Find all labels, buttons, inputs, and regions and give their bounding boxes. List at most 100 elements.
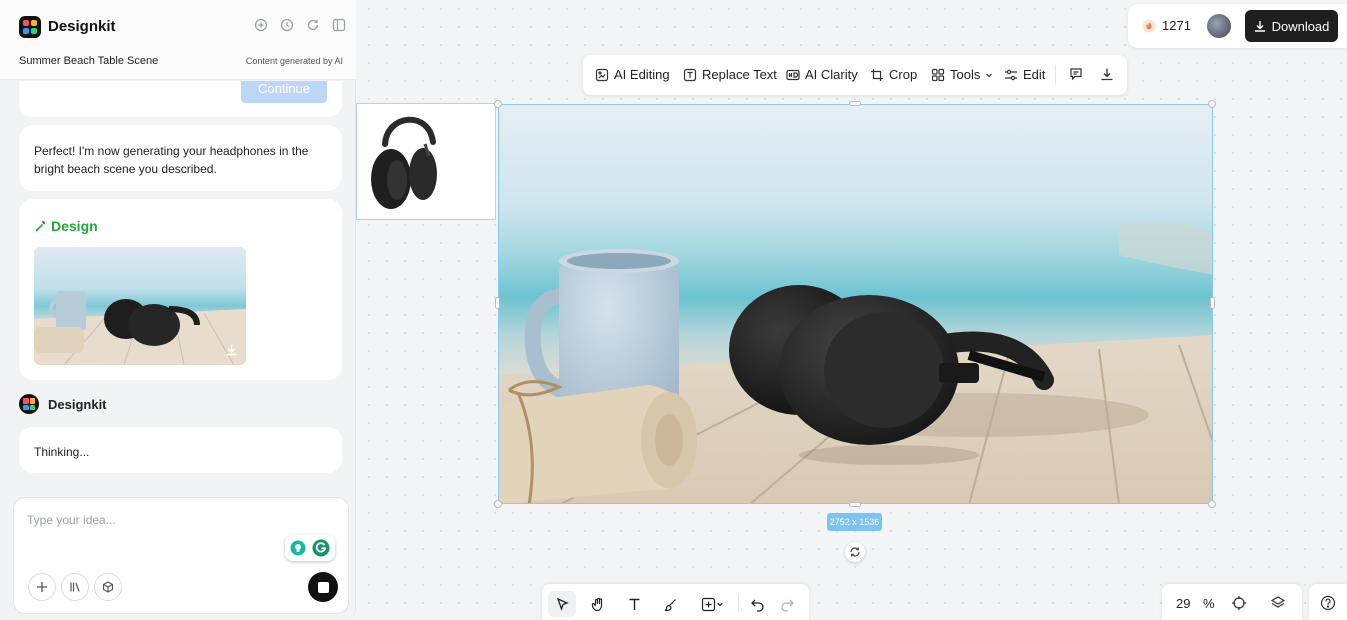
tools-dropdown[interactable]: Tools (931, 67, 993, 82)
panel-toggle-icon[interactable] (332, 18, 346, 32)
undo-button[interactable] (743, 591, 771, 617)
toolbar-download-button[interactable] (1100, 67, 1114, 81)
ai-clarity-icon (786, 69, 800, 80)
hand-icon (591, 597, 602, 611)
ai-editing-icon (595, 68, 609, 81)
header-icons (254, 18, 346, 32)
stop-icon (317, 581, 329, 593)
replace-text-label: Replace Text (702, 67, 777, 82)
sidebar-header: Designkit Summer Beach Table Scene Conte… (0, 0, 356, 80)
ai-editing-button[interactable]: AI Editing (595, 67, 670, 82)
help-icon (1320, 595, 1336, 611)
replace-text-button[interactable]: Replace Text (683, 67, 777, 82)
tools-label: Tools (950, 67, 981, 82)
crop-button[interactable]: Crop (870, 67, 917, 82)
rotate-icon (850, 547, 860, 557)
design-card: Design (19, 199, 342, 380)
history-icon[interactable] (280, 18, 294, 32)
download-icon (1254, 21, 1265, 32)
resize-handle-bottom-left[interactable] (494, 500, 502, 508)
undo-icon (750, 599, 764, 612)
edit-label: Edit (1023, 67, 1046, 82)
comment-button[interactable] (1069, 67, 1083, 81)
brush-icon (664, 598, 676, 611)
redo-button[interactable] (773, 591, 801, 617)
design-thumbnail[interactable] (34, 247, 246, 365)
sliders-icon (1005, 69, 1017, 80)
grammarly-icon[interactable] (312, 539, 330, 557)
resize-handle-bottom[interactable] (849, 502, 861, 507)
add-chat-icon[interactable] (254, 18, 268, 32)
download-icon[interactable] (225, 343, 238, 356)
resize-handle-top-left[interactable] (494, 100, 502, 108)
ai-editing-label: AI Editing (614, 67, 670, 82)
generated-image-canvas[interactable] (498, 104, 1213, 504)
select-tool-button[interactable] (548, 591, 576, 617)
plus-icon (37, 582, 47, 592)
resize-handle-bottom-right[interactable] (1208, 500, 1216, 508)
resize-handle-top-right[interactable] (1208, 100, 1216, 108)
select-icon (556, 597, 569, 611)
chevron-down-icon (716, 602, 723, 607)
project-title: Summer Beach Table Scene (19, 55, 159, 67)
flame-credit-icon (1142, 19, 1156, 32)
resize-handle-left[interactable] (495, 297, 500, 309)
image-dimensions-badge: 2752 x 1536 (827, 513, 882, 531)
replace-text-icon (683, 68, 697, 81)
brush-tool-button[interactable] (656, 591, 684, 617)
app-name: Designkit (48, 18, 116, 35)
zoom-value[interactable]: 29 (1176, 596, 1190, 611)
crop-icon (871, 68, 883, 81)
library-icon (70, 582, 80, 592)
add-shape-icon (701, 597, 715, 611)
ai-clarity-button[interactable]: AI Clarity (786, 67, 858, 82)
download-button[interactable]: Download (1245, 10, 1338, 42)
design-label-text: Design (51, 218, 98, 234)
download-icon (1101, 68, 1113, 81)
design-label: Design (34, 218, 98, 234)
comment-icon (1070, 68, 1082, 81)
bot-name: Designkit (48, 396, 107, 412)
box-icon (102, 581, 114, 593)
thinking-card: Thinking... (19, 427, 342, 473)
layers-icon[interactable] (1270, 595, 1286, 611)
download-label: Download (1271, 18, 1330, 34)
add-shape-dropdown[interactable] (692, 591, 732, 617)
credits-display[interactable]: 1271 (1142, 18, 1191, 33)
designkit-logo-icon (19, 16, 41, 38)
redo-icon (780, 599, 794, 612)
stop-button[interactable] (308, 572, 338, 602)
ai-clarity-label: AI Clarity (805, 67, 858, 82)
library-button[interactable] (61, 573, 89, 601)
magic-wand-icon (35, 220, 46, 232)
rotate-button[interactable] (845, 542, 865, 562)
resize-handle-top[interactable] (849, 101, 861, 106)
box-button[interactable] (94, 573, 122, 601)
user-avatar[interactable] (1207, 14, 1231, 38)
edit-button[interactable]: Edit (1004, 67, 1045, 82)
zoom-unit: % (1203, 596, 1215, 611)
refresh-icon[interactable] (306, 18, 320, 32)
canvas-tools-bar (542, 584, 809, 620)
product-image-frame[interactable] (356, 103, 496, 220)
tools-divider (738, 594, 739, 612)
fit-to-screen-icon[interactable] (1231, 595, 1247, 611)
help-button[interactable] (1309, 584, 1347, 620)
image-toolbar: AI Editing Replace Text AI Clarity Crop … (583, 55, 1127, 95)
assistant-message: Perfect! I'm now generating your headpho… (34, 144, 309, 176)
hand-tool-button[interactable] (584, 591, 612, 617)
grammarly-widget[interactable] (285, 535, 335, 561)
composer (13, 497, 349, 614)
crop-label: Crop (889, 67, 918, 82)
thinking-text: Thinking... (34, 445, 90, 459)
idea-input[interactable] (27, 510, 327, 530)
resize-handle-right[interactable] (1210, 297, 1215, 309)
lightbulb-icon[interactable] (290, 540, 306, 556)
account-panel: 1271 Download (1128, 4, 1347, 48)
chat-sidebar: Designkit Summer Beach Table Scene Conte… (0, 0, 356, 620)
plus-button[interactable] (28, 573, 56, 601)
ai-generated-note: Content generated by AI (245, 56, 343, 66)
text-tool-button[interactable] (620, 591, 648, 617)
text-icon (629, 598, 639, 610)
credits-count: 1271 (1162, 18, 1191, 33)
